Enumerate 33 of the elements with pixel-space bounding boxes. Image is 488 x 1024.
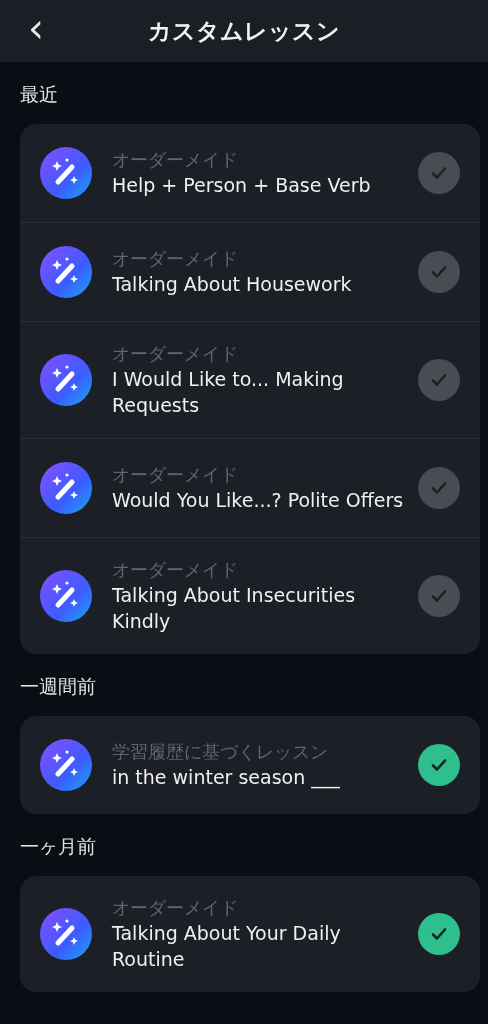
lesson-row[interactable]: 学習履歴に基づくレッスン in the winter season ___: [20, 716, 480, 814]
lesson-title: Would You Like...? Polite Offers: [112, 488, 404, 513]
lesson-type: オーダーメイド: [112, 247, 239, 271]
section-heading: 一ヶ月前: [20, 834, 97, 859]
magic-wand-icon: [40, 147, 92, 199]
back-button[interactable]: ‹: [22, 8, 50, 48]
lesson-title: Talking About Insecurities Kindly: [112, 583, 357, 634]
section-heading: 一週間前: [20, 674, 97, 699]
lesson-type: オーダーメイド: [112, 558, 239, 582]
magic-wand-icon: [40, 246, 92, 298]
lesson-type: オーダーメイド: [112, 463, 239, 487]
lesson-type: オーダーメイド: [112, 342, 239, 366]
lesson-row[interactable]: オーダーメイド Talking About Insecurities Kindly: [20, 537, 480, 654]
lesson-title: Help + Person + Base Verb: [112, 173, 372, 198]
magic-wand-icon: [40, 354, 92, 406]
lesson-type: 学習履歴に基づくレッスン: [112, 740, 329, 764]
lesson-row[interactable]: オーダーメイド I Would Like to... Making Requests: [20, 321, 480, 438]
lesson-title: I Would Like to... Making Requests: [112, 367, 345, 418]
lesson-type: オーダーメイド: [112, 148, 239, 172]
lesson-title: in the winter season ___: [112, 765, 341, 790]
lesson-row[interactable]: オーダーメイド Talking About Your Daily Routine: [20, 876, 480, 992]
lesson-row[interactable]: オーダーメイド Talking About Housework: [20, 222, 480, 321]
lesson-title: Talking About Your Daily Routine: [112, 921, 342, 972]
magic-wand-icon: [40, 462, 92, 514]
magic-wand-icon: [40, 570, 92, 622]
magic-wand-icon: [40, 739, 92, 791]
page-title: カスタムレッスン: [148, 16, 340, 46]
section-heading: 最近: [20, 82, 59, 107]
lesson-type: オーダーメイド: [112, 896, 239, 920]
magic-wand-icon: [40, 908, 92, 960]
lesson-row[interactable]: オーダーメイド Would You Like...? Polite Offers: [20, 438, 480, 537]
lesson-row[interactable]: オーダーメイド Help + Person + Base Verb: [20, 124, 480, 222]
lesson-title: Talking About Housework: [112, 272, 353, 297]
